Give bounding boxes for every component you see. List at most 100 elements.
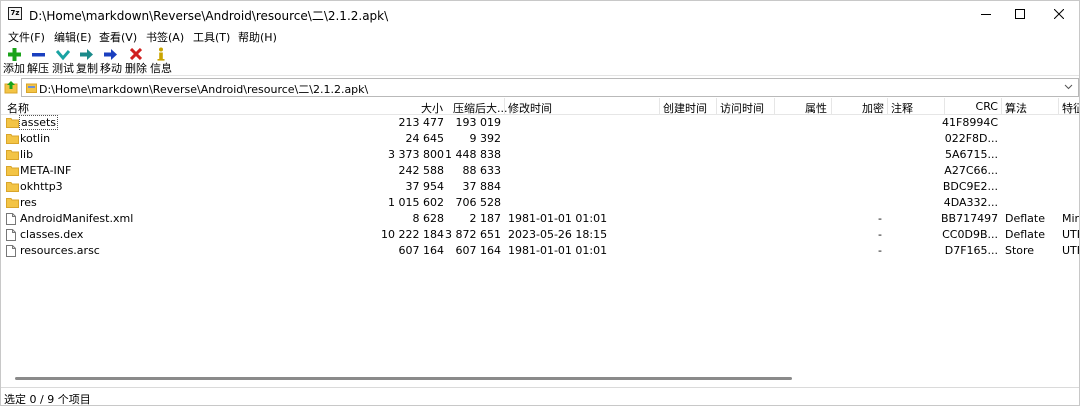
menu-tools[interactable]: 工具(T) [193, 29, 230, 45]
info-icon [157, 47, 165, 61]
cell-packed: 607 164 [455, 244, 502, 257]
info-label: 信息 [150, 62, 172, 75]
cell-size: 8 628 [412, 212, 445, 225]
col-comment[interactable]: 注释 [891, 100, 913, 116]
test-button[interactable]: 测试 [52, 45, 74, 75]
menu-view[interactable]: 查看(V) [99, 29, 137, 45]
col-encrypted[interactable]: 加密 [844, 100, 884, 116]
col-characteristics[interactable]: 特征 [1062, 100, 1079, 116]
title-bar[interactable]: 7z D:\Home\markdown\Reverse\Android\reso… [1, 1, 1079, 27]
menu-bar: 文件(F) 编辑(E) 查看(V) 书签(A) 工具(T) 帮助(H) [1, 27, 1079, 45]
close-icon [1054, 9, 1064, 19]
file-icon [6, 213, 16, 225]
cell-packed: 9 392 [469, 132, 502, 145]
file-list[interactable]: 名称 大小 压缩后大... 修改时间 创建时间 访问时间 属性 加密 注释 CR… [1, 98, 1079, 386]
file-row[interactable]: assets 213 477 193 019 41F8994C [1, 115, 1079, 131]
cell-crc: CC0D9B... [942, 228, 998, 241]
cell-crc: A27C66... [944, 164, 998, 177]
cell-size: 3 373 800 [388, 148, 444, 161]
cell-crc: 4DA332... [943, 196, 998, 209]
cell-packed: 88 633 [462, 164, 502, 177]
cell-size: 37 954 [405, 180, 445, 193]
file-icon [6, 245, 16, 257]
cell-crc: 41F8994C [942, 116, 998, 129]
folder-icon [6, 150, 19, 160]
cell-modified: 2023-05-26 18:15 [508, 228, 608, 241]
minus-icon [31, 52, 45, 56]
minimize-icon [981, 14, 991, 15]
cell-size: 1 015 602 [388, 196, 444, 209]
status-bar: 选定 0 / 9 个项目 [1, 387, 1079, 406]
file-row[interactable]: res 1 015 602 706 528 4DA332... [1, 195, 1079, 211]
col-accessed[interactable]: 访问时间 [720, 100, 764, 116]
file-row[interactable]: lib 3 373 800 1 448 838 5A6715... [1, 147, 1079, 163]
cell-method: Store [1005, 244, 1035, 257]
extract-label: 解压 [27, 62, 49, 75]
file-row[interactable]: resources.arsc 607 164 607 164 1981-01-01 0… [1, 243, 1079, 259]
file-row[interactable]: META-INF 242 588 88 633 A27C66... [1, 163, 1079, 179]
col-created[interactable]: 创建时间 [663, 100, 707, 116]
cell-method: Deflate [1005, 212, 1045, 225]
cell-characteristics: Mir [1062, 212, 1079, 225]
address-bar: D:\Home\markdown\Reverse\Android\resourc… [1, 77, 1079, 97]
col-crc[interactable]: CRC [951, 100, 998, 113]
horizontal-scrollbar[interactable] [1, 375, 1079, 382]
path-field[interactable]: D:\Home\markdown\Reverse\Android\resourc… [21, 78, 1079, 97]
copy-button[interactable]: 复制 [76, 45, 98, 75]
scrollbar-thumb[interactable] [15, 377, 792, 380]
col-size[interactable]: 大小 [381, 100, 443, 116]
col-attributes[interactable]: 属性 [787, 100, 827, 116]
col-packed[interactable]: 压缩后大... [453, 100, 508, 116]
info-button[interactable]: 信息 [150, 45, 172, 75]
cell-name: resources.arsc [20, 244, 100, 257]
close-button[interactable] [1036, 1, 1080, 27]
menu-bookmarks[interactable]: 书签(A) [146, 29, 184, 45]
col-method[interactable]: 算法 [1005, 100, 1027, 116]
app-icon: 7z [8, 7, 22, 20]
cell-name: assets [18, 115, 59, 130]
archive-folder-icon [26, 83, 37, 93]
menu-edit[interactable]: 编辑(E) [54, 29, 92, 45]
cell-size: 607 164 [398, 244, 445, 257]
cell-packed: 706 528 [455, 196, 502, 209]
menu-help[interactable]: 帮助(H) [238, 29, 277, 45]
file-row[interactable]: classes.dex 10 222 184 3 872 651 2023-05-26… [1, 227, 1079, 243]
col-modified[interactable]: 修改时间 [508, 100, 552, 116]
cell-packed: 193 019 [455, 116, 502, 129]
cell-crc: D7F165... [944, 244, 998, 257]
cell-size: 242 588 [398, 164, 445, 177]
cell-characteristics: UTF [1062, 244, 1079, 257]
delete-button[interactable]: 删除 [125, 45, 147, 75]
copy-label: 复制 [76, 62, 98, 75]
col-name[interactable]: 名称 [7, 100, 29, 116]
cell-packed: 1 448 838 [445, 148, 501, 161]
seven-zip-window: 7z D:\Home\markdown\Reverse\Android\reso… [0, 0, 1080, 406]
cell-encrypted: - [878, 228, 882, 241]
chevron-down-icon[interactable] [1064, 82, 1073, 91]
cell-name: AndroidManifest.xml [20, 212, 134, 225]
folder-up-icon[interactable] [4, 80, 18, 94]
delete-label: 删除 [125, 62, 147, 75]
cell-packed: 3 872 651 [445, 228, 501, 241]
cell-characteristics: UTF [1062, 228, 1079, 241]
cell-size: 24 645 [405, 132, 445, 145]
move-button[interactable]: 移动 [100, 45, 122, 75]
window-title: D:\Home\markdown\Reverse\Android\resourc… [29, 9, 389, 23]
cell-packed: 2 187 [469, 212, 502, 225]
column-header: 名称 大小 压缩后大... 修改时间 创建时间 访问时间 属性 加密 注释 CR… [1, 98, 1079, 115]
extract-button[interactable]: 解压 [27, 45, 49, 75]
cell-name: kotlin [20, 132, 51, 145]
file-row[interactable]: kotlin 24 645 9 392 022F8D... [1, 131, 1079, 147]
cell-name: lib [20, 148, 34, 161]
cell-name: classes.dex [20, 228, 84, 241]
file-icon [6, 229, 16, 241]
copy-arrow-icon [80, 48, 93, 60]
delete-x-icon [130, 48, 142, 60]
file-row[interactable]: okhttp3 37 954 37 884 BDC9E2... [1, 179, 1079, 195]
menu-file[interactable]: 文件(F) [8, 29, 45, 45]
test-label: 测试 [52, 62, 74, 75]
toolbar: 添加 解压 测试 复制 移动 删除 信息 [1, 45, 1079, 76]
cell-size: 213 477 [398, 116, 445, 129]
add-button[interactable]: 添加 [3, 45, 25, 75]
file-row[interactable]: AndroidManifest.xml 8 628 2 187 1981-01-01 … [1, 211, 1079, 227]
